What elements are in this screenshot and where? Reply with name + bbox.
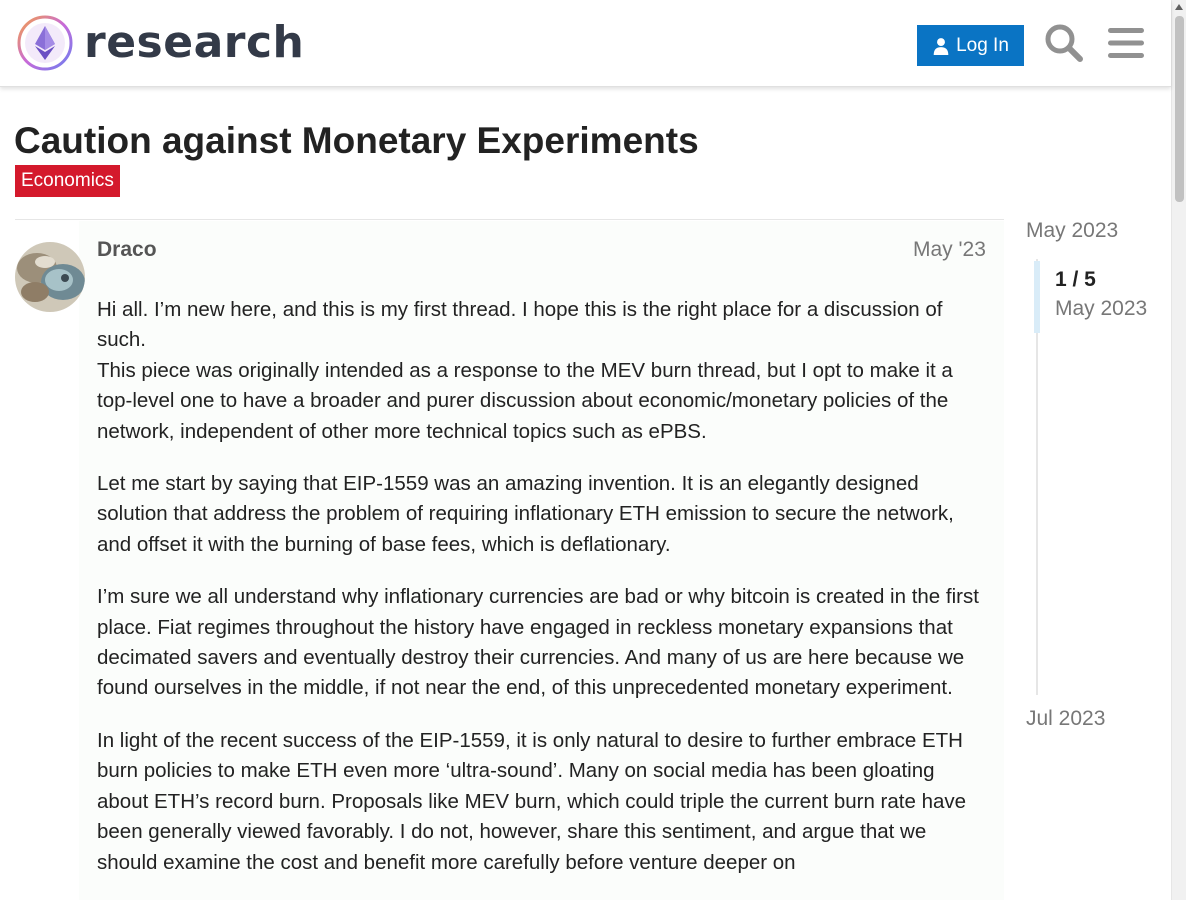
post-author[interactable]: Draco	[97, 238, 157, 262]
logo-text: research	[84, 17, 305, 68]
post-content: Hi all. I’m new here, and this is my fir…	[97, 295, 990, 900]
scroll-thumb[interactable]	[1175, 16, 1184, 202]
topic-title[interactable]: Caution against Monetary Experiments	[14, 118, 699, 164]
post-date[interactable]: May '23	[913, 238, 986, 262]
site-header: research Log In	[0, 0, 1171, 87]
timeline-scroll-handle[interactable]	[1034, 261, 1040, 333]
login-label: Log In	[956, 34, 1009, 56]
hamburger-menu-icon[interactable]	[1105, 22, 1147, 64]
site-logo[interactable]: research	[16, 14, 304, 72]
user-icon	[933, 37, 949, 55]
post-paragraph: Hi all. I’m new here, and this is my fir…	[97, 295, 990, 447]
post-paragraph: I’m sure we all understand why inflation…	[97, 585, 979, 700]
title-divider	[15, 219, 1004, 220]
ethereum-research-logo-icon	[17, 15, 73, 71]
scroll-up-arrow-icon[interactable]	[1175, 4, 1183, 10]
avatar-image	[15, 242, 85, 312]
avatar[interactable]	[15, 242, 85, 312]
timeline-current-date: May 2023	[1055, 297, 1148, 320]
page-scrollbar[interactable]	[1171, 0, 1186, 900]
category-badge[interactable]: Economics	[15, 165, 120, 197]
login-button[interactable]: Log In	[917, 25, 1024, 66]
timeline-start-date[interactable]: May 2023	[1026, 219, 1118, 243]
timeline-post-counter: 1 / 5	[1055, 268, 1096, 291]
timeline-end-date[interactable]: Jul 2023	[1026, 707, 1105, 731]
post-paragraph-text: This piece was originally intended as a …	[97, 358, 953, 443]
post-paragraph: In light of the recent success of the EI…	[97, 728, 967, 874]
search-icon[interactable]	[1043, 22, 1085, 64]
post-paragraph: Let me start by saying that EIP-1559 was…	[97, 472, 954, 556]
post-paragraph-text: Hi all. I’m new here, and this is my fir…	[97, 298, 943, 352]
